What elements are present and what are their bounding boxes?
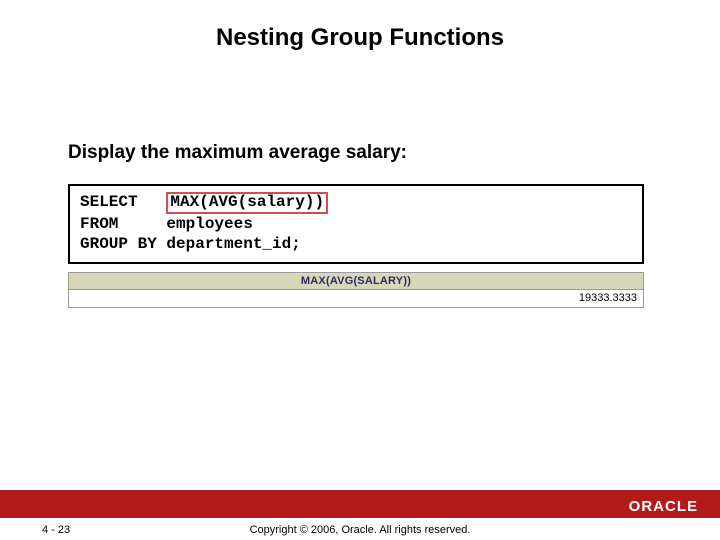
footer-bar: [0, 490, 720, 518]
code-highlight-expr: MAX(AVG(salary)): [166, 192, 328, 214]
oracle-logo: ORACLE: [629, 498, 698, 515]
code-keyword-select: SELECT: [80, 193, 166, 211]
code-line-1: SELECT MAX(AVG(salary)): [80, 192, 632, 214]
code-line-2: FROM employees: [80, 214, 632, 234]
result-table: MAX(AVG(SALARY)) 19333.3333: [68, 272, 644, 308]
slide: Nesting Group Functions Display the maxi…: [0, 0, 720, 540]
page-number: 4 - 23: [42, 524, 70, 536]
copyright-text: Copyright © 2006, Oracle. All rights res…: [0, 524, 720, 536]
code-line-3: GROUP BY department_id;: [80, 234, 632, 254]
slide-subtitle: Display the maximum average salary:: [68, 142, 407, 164]
slide-title: Nesting Group Functions: [0, 24, 720, 52]
sql-code-box: SELECT MAX(AVG(salary))FROM employeesGRO…: [68, 184, 644, 264]
result-header: MAX(AVG(SALARY)): [69, 273, 643, 290]
result-value: 19333.3333: [69, 290, 643, 307]
